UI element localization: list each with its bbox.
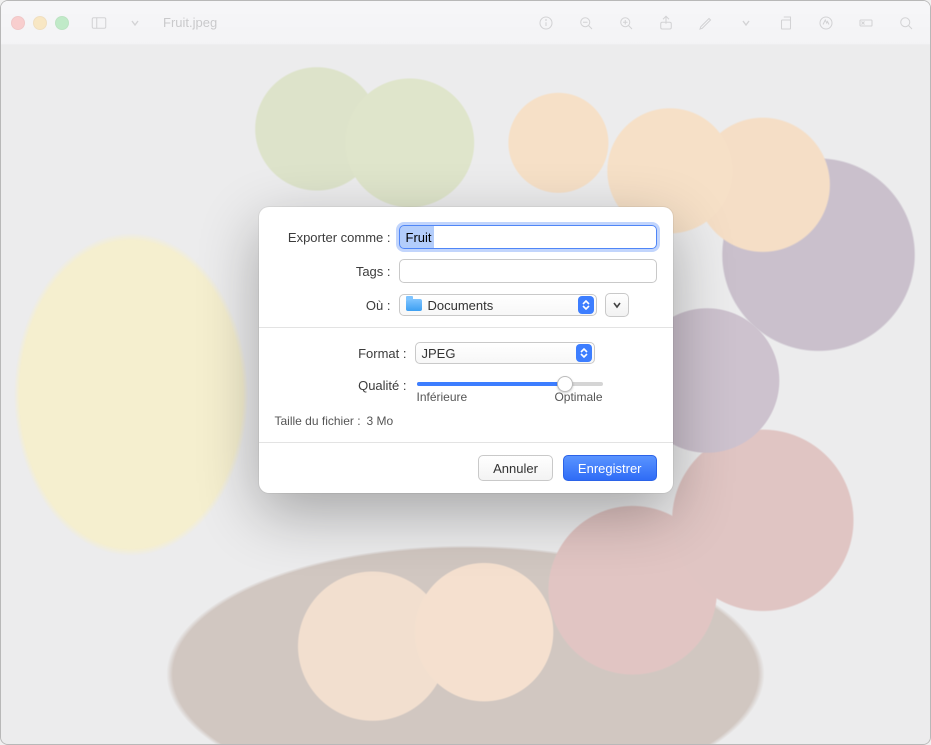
where-popup[interactable]: Documents [399,294,597,316]
divider [259,327,673,328]
slider-thumb[interactable] [557,376,573,392]
quality-slider[interactable] [417,382,603,386]
save-button-label: Enregistrer [578,461,642,476]
slider-fill [417,382,566,386]
filename-input[interactable] [399,225,657,249]
quality-label: Qualité : [275,374,415,393]
tags-input[interactable] [399,259,657,283]
cancel-button-label: Annuler [493,461,538,476]
export-sheet: Exporter comme : Tags : Où : Documents [259,207,673,493]
format-popup[interactable]: JPEG [415,342,595,364]
updown-caret-icon [578,296,594,314]
where-folder-value: Documents [428,298,494,313]
cancel-button[interactable]: Annuler [478,455,553,481]
filesize-value: 3 Mo [367,414,394,428]
export-as-label: Exporter comme : [275,230,399,245]
format-value: JPEG [422,346,456,361]
quality-min-label: Inférieure [417,390,468,404]
format-label: Format : [275,346,415,361]
filesize-label: Taille du fichier : [275,414,361,428]
tags-label: Tags : [275,264,399,279]
updown-caret-icon [576,344,592,362]
where-label: Où : [275,298,399,313]
save-button[interactable]: Enregistrer [563,455,657,481]
quality-max-label: Optimale [554,390,602,404]
folder-icon [406,299,422,311]
preview-window: Fruit.jpeg [0,0,931,745]
expand-save-panel-button[interactable] [605,293,629,317]
